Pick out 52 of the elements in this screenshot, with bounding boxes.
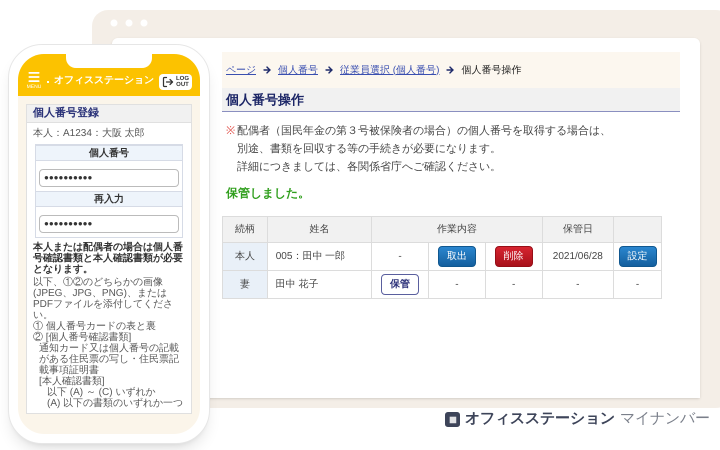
action-button[interactable]: 保管	[381, 274, 420, 295]
arrow-right-icon	[262, 65, 272, 75]
note-text: ① 個人番号カードの表と裏	[33, 321, 157, 332]
notice-text: 詳細につきましては、各関係省庁へご確認ください。	[237, 160, 501, 174]
note-text: 通知カード又は個人番号の記載がある住民票の写し・住民票記載事項証明書	[38, 343, 180, 376]
note-text: 本人または配偶者の場合は個人番号確認書類と本人確認書類が必要となります。	[33, 242, 184, 275]
window-dots-icon	[110, 19, 148, 27]
product-name: マイナンバー	[620, 409, 710, 429]
name-cell: 田中 花子	[267, 270, 372, 298]
brand-logo-icon	[445, 412, 460, 427]
column-header: 続柄	[222, 216, 268, 242]
menu-icon[interactable]	[26, 70, 42, 84]
table-cell: -	[372, 242, 428, 270]
notice-text: 配偶者（国民年金の第３号被保険者の場合）の個人番号を取得する場合は、	[237, 124, 611, 138]
breadcrumb-link[interactable]: ページ	[226, 62, 256, 78]
breadcrumb-link[interactable]: 従業員選択 (個人番号)	[340, 62, 440, 78]
date-cell: 2021/06/28	[542, 242, 614, 270]
logout-icon	[162, 76, 174, 88]
relation-cell: 本人	[222, 242, 268, 270]
notice-text: 別途、書類を回収する等の手続きが必要になります。	[237, 142, 501, 156]
success-message: 保管しました。	[224, 185, 311, 202]
arrow-right-icon	[445, 65, 456, 75]
note-text: 以下 (A) ～ (C) いずれか	[46, 387, 156, 398]
arrow-right-icon	[324, 65, 334, 75]
note-text: 以下、①②のどちらかの画像(JPEG、JPG、PNG)、またはPDFファイルを添付してください。	[33, 277, 174, 321]
table-cell: -	[485, 270, 542, 298]
note-text: [本人確認書類]	[38, 376, 106, 387]
number-input[interactable]: ●●●●●●●●●●	[39, 168, 179, 186]
card-title: 個人番号登録	[27, 105, 191, 123]
table-cell: -	[614, 270, 662, 298]
number-input[interactable]: ●●●●●●●●●●	[39, 214, 179, 232]
person-label: 本人：A1234：大阪 太郎	[32, 126, 146, 141]
column-header: 姓名	[267, 216, 372, 242]
action-button[interactable]: 削除	[494, 246, 533, 267]
notice-mark: ※	[226, 124, 236, 138]
brand-name: オフィスステーション	[465, 409, 615, 429]
name-cell: 005：田中 一郎	[267, 242, 372, 270]
action-button[interactable]: 取出	[438, 246, 476, 267]
app-name: オフィスステーション	[54, 74, 154, 88]
breadcrumb-current: 個人番号操作	[461, 64, 522, 78]
date-cell: -	[542, 270, 614, 298]
breadcrumb-link[interactable]: 個人番号	[278, 62, 318, 78]
note-text: (A) 以下の書類のいずれか一つ	[46, 398, 184, 409]
note-text: ② [個人番号確認書類]	[33, 332, 132, 343]
field-label: 個人番号	[36, 145, 182, 161]
column-header: 保管日	[542, 216, 614, 242]
relation-cell: 妻	[222, 270, 268, 298]
action-button[interactable]: 設定	[618, 246, 656, 267]
column-header: 作業内容	[372, 216, 542, 242]
field-label: 再入力	[36, 191, 182, 207]
table-cell: -	[428, 270, 486, 298]
page-heading: 個人番号操作	[222, 88, 680, 112]
